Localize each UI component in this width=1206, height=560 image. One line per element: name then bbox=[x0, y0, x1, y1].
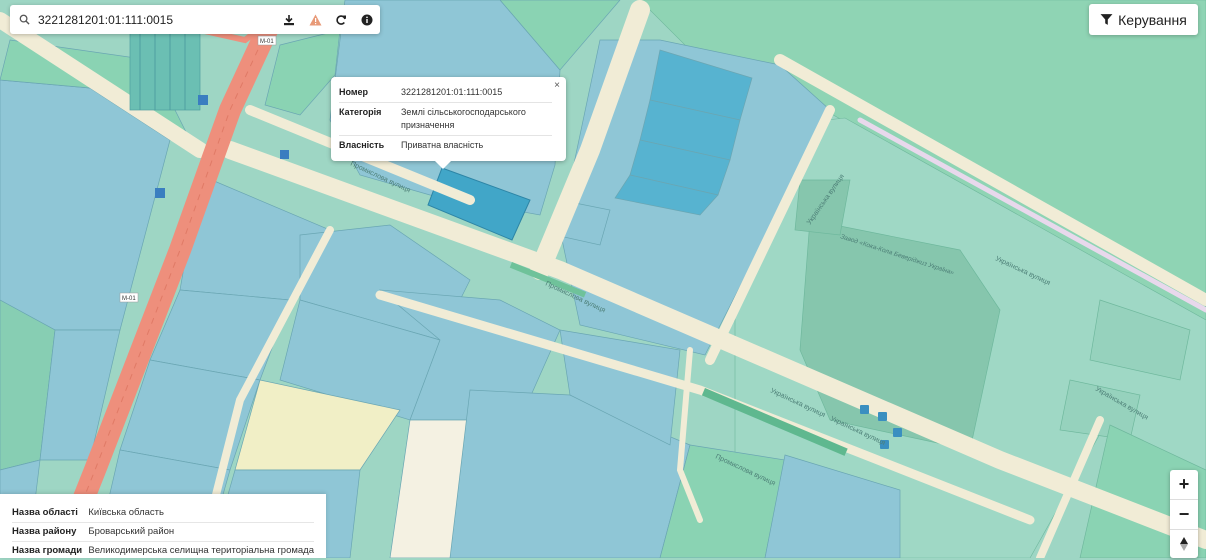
region-info-table: Назва області Київська область Назва рай… bbox=[12, 504, 314, 560]
info-value: Броварський район bbox=[88, 523, 314, 542]
road-label: M-01 bbox=[122, 296, 136, 302]
popup-key: Категорія bbox=[339, 103, 401, 136]
download-button[interactable] bbox=[276, 5, 302, 34]
info-icon bbox=[361, 14, 373, 26]
search-icon bbox=[10, 14, 38, 25]
info-value: Київська область bbox=[88, 504, 314, 523]
popup-key: Номер bbox=[339, 83, 401, 103]
parcel-details: Номер 3221281201:01:111:0015 Категорія З… bbox=[339, 83, 552, 155]
popup-value: 3221281201:01:111:0015 bbox=[401, 83, 552, 103]
info-key: Назва району bbox=[12, 523, 88, 542]
info-key: Назва області bbox=[12, 504, 88, 523]
popup-key: Власність bbox=[339, 136, 401, 156]
info-button[interactable] bbox=[354, 5, 380, 34]
info-row: Назва громади Великодимерська селищна те… bbox=[12, 542, 314, 560]
info-row: Назва району Броварський район bbox=[12, 523, 314, 542]
popup-value: Приватна власність bbox=[401, 136, 552, 156]
filter-icon bbox=[1100, 13, 1113, 26]
cadastral-map[interactable]: M-01 M-01 Промислова вулиця Промислова в… bbox=[0, 0, 1206, 558]
controls-button[interactable]: Керування bbox=[1089, 4, 1198, 35]
search-bar bbox=[10, 5, 380, 34]
search-input[interactable] bbox=[38, 13, 276, 27]
warning-icon bbox=[309, 14, 322, 26]
info-key: Назва громади bbox=[12, 542, 88, 560]
parcel-popup: × Номер 3221281201:01:111:0015 Категорія… bbox=[331, 77, 566, 161]
popup-close-button[interactable]: × bbox=[554, 80, 560, 91]
compass-icon bbox=[1180, 537, 1188, 551]
popup-row: Власність Приватна власність bbox=[339, 136, 552, 156]
zoom-out-button[interactable]: − bbox=[1170, 499, 1198, 529]
controls-label: Керування bbox=[1118, 12, 1187, 28]
zoom-controls: + − bbox=[1170, 470, 1198, 558]
popup-row: Номер 3221281201:01:111:0015 bbox=[339, 83, 552, 103]
warning-button[interactable] bbox=[302, 5, 328, 34]
info-row: Назва області Київська область bbox=[12, 504, 314, 523]
popup-value: Землі сільськогосподарського призначення bbox=[401, 103, 552, 136]
info-value: Великодимерська селищна територіальна гр… bbox=[88, 542, 314, 560]
refresh-button[interactable] bbox=[328, 5, 354, 34]
zoom-in-button[interactable]: + bbox=[1170, 470, 1198, 499]
popup-row: Категорія Землі сільськогосподарського п… bbox=[339, 103, 552, 136]
region-info-panel: Назва області Київська область Назва рай… bbox=[0, 494, 326, 558]
compass-button[interactable] bbox=[1170, 529, 1198, 558]
refresh-icon bbox=[335, 14, 347, 26]
download-icon bbox=[283, 14, 295, 26]
road-label: M-01 bbox=[260, 39, 274, 45]
